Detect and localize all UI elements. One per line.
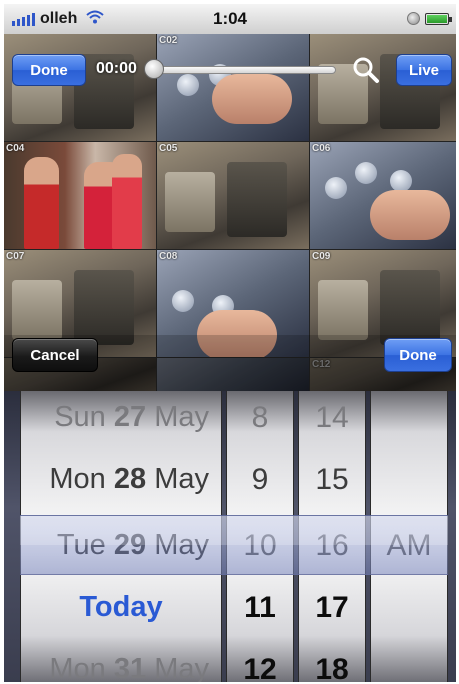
minute-row[interactable]: 14: [299, 401, 365, 435]
hour-row[interactable]: 8: [227, 401, 293, 435]
hour-wheel[interactable]: 8 9 10 11 12: [226, 391, 294, 682]
playback-time: 00:00: [96, 60, 137, 77]
camera-tile[interactable]: [4, 34, 156, 141]
date-row-today[interactable]: Today: [21, 591, 221, 624]
hour-row-selected[interactable]: 10: [227, 529, 293, 563]
date-row-selected[interactable]: Tue 29 May: [21, 529, 221, 562]
ampm-row-selected[interactable]: AM: [371, 529, 447, 563]
hour-row[interactable]: 11: [227, 591, 293, 625]
date-time-picker: Sun 27 May Mon 28 May Tue 29 May Today M…: [4, 391, 456, 682]
done-confirm-button[interactable]: Done: [384, 338, 452, 372]
minute-wheel[interactable]: 14 15 16 17 18: [298, 391, 366, 682]
hour-row[interactable]: 9: [227, 463, 293, 497]
camera-label: C06: [312, 143, 331, 154]
date-row[interactable]: Mon 31 May: [21, 653, 221, 682]
camera-label: C09: [312, 251, 331, 262]
camera-tile[interactable]: C02: [157, 34, 309, 141]
minute-row-selected[interactable]: 16: [299, 529, 365, 563]
camera-label: C05: [159, 143, 178, 154]
app-screen: olleh 1:04 C02 C04 C05 C06 C07 C08 C09 C…: [4, 4, 456, 682]
playback-slider[interactable]: [152, 66, 336, 74]
minute-row[interactable]: 15: [299, 463, 365, 497]
battery-icon: [425, 13, 452, 25]
hour-row[interactable]: 12: [227, 653, 293, 682]
date-row[interactable]: Sun 27 May: [21, 401, 221, 434]
camera-tile[interactable]: C04: [4, 142, 156, 249]
minute-row[interactable]: 18: [299, 653, 365, 682]
cancel-button[interactable]: Cancel: [12, 338, 98, 372]
orientation-lock-icon: [407, 12, 420, 25]
camera-tile[interactable]: C05: [157, 142, 309, 249]
camera-label: C08: [159, 251, 178, 262]
live-button[interactable]: Live: [396, 54, 452, 86]
status-bar: olleh 1:04: [4, 4, 456, 34]
ampm-wheel[interactable]: AM: [370, 391, 448, 682]
camera-label: C02: [159, 35, 178, 46]
done-button[interactable]: Done: [12, 54, 86, 86]
status-time: 1:04: [212, 9, 248, 28]
date-wheel[interactable]: Sun 27 May Mon 28 May Tue 29 May Today M…: [20, 391, 222, 682]
camera-label: C07: [6, 251, 25, 262]
camera-label: C04: [6, 143, 25, 154]
slider-thumb[interactable]: [144, 59, 164, 79]
minute-row[interactable]: 17: [299, 591, 365, 625]
date-row[interactable]: Mon 28 May: [21, 463, 221, 496]
camera-tile[interactable]: C06: [310, 142, 456, 249]
camera-tile[interactable]: [310, 34, 456, 141]
search-icon[interactable]: [352, 56, 380, 84]
